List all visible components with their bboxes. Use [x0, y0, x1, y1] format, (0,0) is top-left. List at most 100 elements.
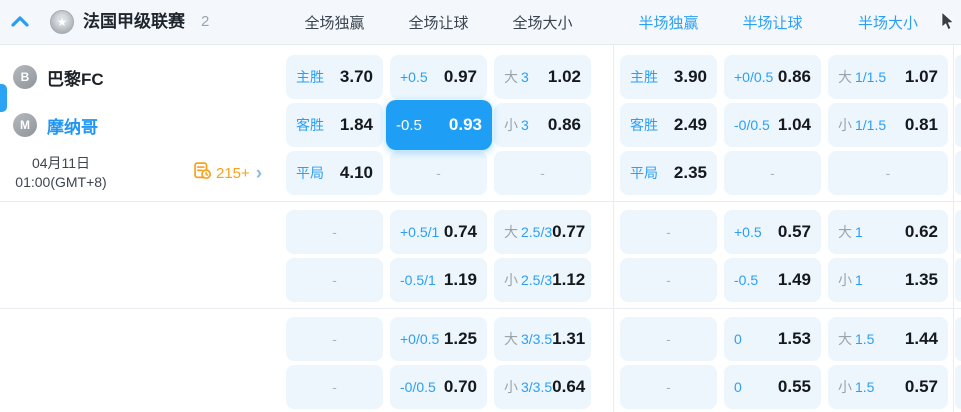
odds-cell[interactable]: +0.5/1 0.74	[390, 210, 487, 254]
next-group-partial-cell	[955, 151, 961, 195]
empty-odds-dash: -	[332, 331, 337, 347]
more-markets-count: 215+	[216, 164, 250, 182]
odds-line-label: +0.5/1	[400, 224, 440, 240]
match-datetime: 04月11日 01:00(GMT+8)	[0, 151, 122, 195]
odds-line-label: 大1	[838, 224, 863, 240]
section-divider-1	[0, 201, 961, 202]
odds-value: 0.93	[448, 115, 482, 134]
odds-cell[interactable]: 小 1.5 0.57	[828, 365, 948, 409]
next-group-partial-cell	[955, 365, 961, 409]
more-markets-link[interactable]: 215+ ›	[193, 151, 262, 195]
empty-odds-dash: -	[666, 272, 671, 288]
odds-cell-empty: -	[286, 317, 383, 361]
next-group-partial-cell	[955, 317, 961, 361]
odds-value: 4.10	[339, 163, 373, 182]
odds-cell[interactable]: 平局 2.35	[620, 151, 717, 195]
empty-odds-dash: -	[436, 165, 441, 181]
odds-cell[interactable]: 小 1/1.5 0.81	[828, 103, 948, 147]
odds-cell[interactable]: 小 1 1.35	[828, 258, 948, 302]
odds-cell[interactable]: 小 2.5/3 1.12	[494, 258, 591, 302]
odds-cell[interactable]: -0.5/1 1.19	[390, 258, 487, 302]
odds-value: 0.77	[552, 222, 586, 241]
empty-odds-dash: -	[332, 224, 337, 240]
section-divider-2	[0, 308, 961, 309]
odds-line-label: 大 1/1.5	[838, 69, 887, 85]
odds-value: 1.07	[904, 67, 938, 86]
home-team-name: 巴黎FC	[47, 69, 104, 89]
empty-odds-dash: -	[332, 379, 337, 395]
odds-line-label: 小 3/3.5	[504, 379, 553, 395]
odds-cell[interactable]: 大 3/3.5 1.31	[494, 317, 591, 361]
odds-cell[interactable]: -0.5 0.93	[386, 100, 492, 150]
odds-cell[interactable]: 0 0.55	[724, 365, 821, 409]
column-header-full-overunder: 全场大小	[512, 14, 573, 32]
odds-line-label: 0	[734, 331, 742, 347]
odds-cell[interactable]: 大 1 0.62	[828, 210, 948, 254]
odds-cell[interactable]: -0/0.5 0.70	[390, 365, 487, 409]
odds-cell[interactable]: 客胜 2.49	[620, 103, 717, 147]
odds-cell[interactable]: -0.5 1.49	[724, 258, 821, 302]
odds-cell[interactable]: 大 1.5 1.44	[828, 317, 948, 361]
odds-cell[interactable]: 客胜 1.84	[286, 103, 383, 147]
odds-line-label: +0/0.5	[734, 69, 774, 85]
over-under-prefix: 小	[838, 272, 852, 288]
odds-value: 0.57	[777, 222, 811, 241]
odds-cell[interactable]: +0/0.5 1.25	[390, 317, 487, 361]
odds-value: 0.57	[904, 377, 938, 396]
odds-cell-empty: -	[620, 317, 717, 361]
odds-value: 1.04	[777, 115, 811, 134]
odds-line-label: +0/0.5	[400, 331, 440, 347]
odds-value: 1.31	[552, 329, 586, 348]
odds-line-label: 小1	[838, 272, 863, 288]
league-logo-icon: ★	[50, 10, 74, 34]
odds-value: 0.62	[904, 222, 938, 241]
league-match-count: 2	[201, 13, 210, 30]
odds-cell[interactable]: -0/0.5 1.04	[724, 103, 821, 147]
away-team-row[interactable]: M 摩纳哥	[0, 103, 98, 147]
empty-odds-dash: -	[666, 224, 671, 240]
odds-cell[interactable]: 主胜 3.90	[620, 55, 717, 99]
odds-cell[interactable]: +0.5 0.57	[724, 210, 821, 254]
odds-line-label: +0.5	[734, 224, 762, 240]
odds-cell[interactable]: 平局 4.10	[286, 151, 383, 195]
odds-cell[interactable]: 主胜 3.70	[286, 55, 383, 99]
match-time: 01:00(GMT+8)	[15, 174, 107, 190]
column-header-full-handicap: 全场让球	[408, 14, 469, 32]
odds-cell[interactable]: 0 1.53	[724, 317, 821, 361]
odds-line-label: 大 2.5/3	[504, 224, 553, 240]
away-team-name: 摩纳哥	[47, 117, 98, 137]
next-group-partial-cell	[955, 103, 961, 147]
odds-cell[interactable]: 大 2.5/3 0.77	[494, 210, 591, 254]
odds-line-label: -0/0.5	[400, 379, 436, 395]
odds-line-label: -0/0.5	[734, 117, 770, 133]
odds-value: 0.86	[547, 115, 581, 134]
odds-cell[interactable]: +0/0.5 0.86	[724, 55, 821, 99]
odds-cell[interactable]: +0.5 0.97	[390, 55, 487, 99]
odds-value: 0.97	[443, 67, 477, 86]
odds-value: 0.55	[777, 377, 811, 396]
over-under-prefix: 小	[504, 379, 518, 395]
over-under-prefix: 小	[838, 117, 852, 133]
odds-cell[interactable]: 小 3 0.86	[494, 103, 591, 147]
odds-value: 1.44	[904, 329, 938, 348]
collapse-chevron-up-icon[interactable]	[10, 13, 30, 31]
over-under-prefix: 大	[838, 69, 852, 85]
odds-board: ★ 法国甲级联赛 2 全场独赢 全场让球 全场大小 半场独赢 半场让球 半场大小…	[0, 0, 961, 412]
odds-cell[interactable]: 大 3 1.02	[494, 55, 591, 99]
over-under-prefix: 大	[504, 224, 518, 240]
column-header-full-win: 全场独赢	[304, 14, 365, 32]
odds-cell-empty: -	[620, 258, 717, 302]
empty-odds-dash: -	[666, 331, 671, 347]
markets-coins-icon	[193, 161, 212, 185]
odds-cell-empty: -	[286, 258, 383, 302]
home-team-row[interactable]: B 巴黎FC	[0, 55, 104, 99]
odds-cell[interactable]: 小 3/3.5 0.64	[494, 365, 591, 409]
odds-cell[interactable]: 大 1/1.5 1.07	[828, 55, 948, 99]
odds-value: 2.35	[673, 163, 707, 182]
league-name: 法国甲级联赛	[83, 12, 185, 31]
odds-value: 0.74	[443, 222, 477, 241]
column-header-half-win: 半场独赢	[638, 14, 699, 32]
over-under-prefix: 小	[838, 379, 852, 395]
odds-line-label: 主胜	[296, 69, 324, 85]
odds-cell-empty: -	[390, 151, 487, 195]
